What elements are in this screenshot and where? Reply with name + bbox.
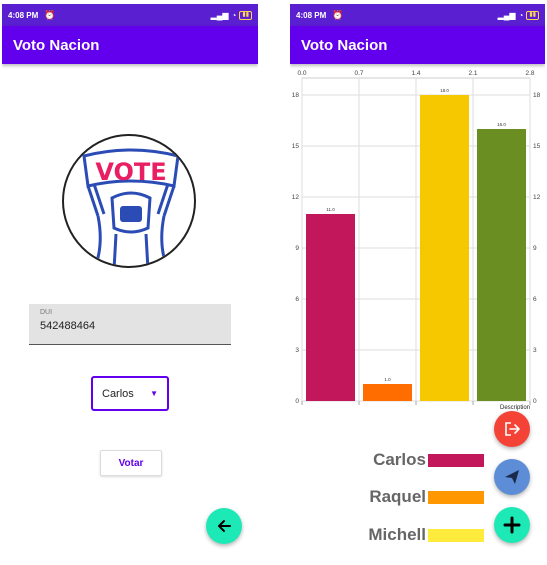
dui-field[interactable]: DUI xyxy=(29,304,231,345)
x-top-tick-label: 1.4 xyxy=(411,70,420,77)
status-time: 4:08 PM xyxy=(296,10,327,20)
logout-icon xyxy=(505,422,520,436)
vote-illustration: VOTE xyxy=(62,134,196,268)
plus-icon xyxy=(503,516,521,534)
bar-value-label: 1.0 xyxy=(384,377,391,382)
y-tick-label-right: 6 xyxy=(533,296,537,303)
y-tick-label-left: 6 xyxy=(295,296,299,303)
signal-icon: ▂▄▆ xyxy=(497,10,516,20)
chart-bar xyxy=(363,384,412,401)
vote-drawing: VOTE xyxy=(82,148,180,266)
y-tick-label-left: 15 xyxy=(292,143,300,150)
app-bar: Voto Nacion xyxy=(290,26,545,64)
battery-icon: ▮▮ xyxy=(239,10,252,20)
legend-item-name: Michell xyxy=(368,525,426,544)
x-top-tick-label: 0.0 xyxy=(297,70,306,77)
legend-item-name: Raquel xyxy=(369,487,426,506)
status-icons: ▂▄▆ ◔ ▮▮ xyxy=(210,10,252,20)
wifi-icon: ◔ xyxy=(231,10,237,20)
dui-label: DUI xyxy=(40,309,53,316)
battery-icon: ▮▮ xyxy=(526,10,539,20)
legend-swatch xyxy=(428,454,484,467)
status-time: 4:08 PM xyxy=(8,10,39,20)
vote-button[interactable]: Votar xyxy=(100,450,162,476)
app-title: Voto Nacion xyxy=(301,36,388,54)
alarm-icon: ⏰ xyxy=(44,9,56,20)
x-top-tick-label: 2.8 xyxy=(525,70,534,77)
bar-value-label: 11.0 xyxy=(326,207,335,212)
legend-swatch xyxy=(428,529,484,542)
y-tick-label-right: 15 xyxy=(533,143,541,150)
chart-bar xyxy=(477,129,526,401)
chart-bar xyxy=(306,214,355,401)
chart-bar xyxy=(420,95,469,401)
y-tick-label-left: 18 xyxy=(292,92,300,99)
status-bar: 4:08 PM ⏰ ▂▄▆ ◔ ▮▮ xyxy=(2,4,258,26)
legend-item-name: Carlos xyxy=(373,450,426,469)
app-bar: Voto Nacion xyxy=(2,26,258,64)
wifi-icon: ◔ xyxy=(518,10,524,20)
send-icon xyxy=(505,470,519,484)
y-tick-label-left: 0 xyxy=(295,398,299,405)
y-tick-label-left: 12 xyxy=(292,194,300,201)
y-tick-label-right: 0 xyxy=(533,398,537,405)
candidate-select-value: Carlos xyxy=(102,387,134,400)
dropdown-arrow-icon: ▼ xyxy=(150,389,158,398)
legend-swatch xyxy=(428,491,484,504)
dui-input[interactable] xyxy=(40,320,220,332)
arrow-left-icon xyxy=(218,520,231,532)
bar-value-label: 16.0 xyxy=(497,122,506,127)
send-fab[interactable] xyxy=(494,459,530,495)
y-tick-label-right: 3 xyxy=(533,347,537,354)
y-tick-label-left: 3 xyxy=(295,347,299,354)
logout-fab[interactable] xyxy=(494,411,530,447)
alarm-icon: ⏰ xyxy=(332,9,344,20)
y-tick-label-right: 12 xyxy=(533,194,541,201)
candidate-select[interactable]: Carlos ▼ xyxy=(91,376,169,411)
status-bar: 4:08 PM ⏰ ▂▄▆ ◔ ▮▮ xyxy=(290,4,545,26)
x-top-tick-label: 0.7 xyxy=(354,70,363,77)
app-title: Voto Nacion xyxy=(13,36,100,54)
bar-value-label: 18.0 xyxy=(440,88,449,93)
vote-sign-text: VOTE xyxy=(95,158,166,186)
y-tick-label-left: 9 xyxy=(295,245,299,252)
right-screen: 4:08 PM ⏰ ▂▄▆ ◔ ▮▮ Voto Nacion 0.0 0.7 1.4… xyxy=(290,4,545,565)
x-top-tick-label: 2.1 xyxy=(468,70,477,77)
add-fab[interactable] xyxy=(494,507,530,543)
votes-bar-chart: 0.0 0.7 1.4 2.1 2.8 0 0 3 3 6 6 9 9 12 12 15 15 18 18 11.0 1… xyxy=(292,70,541,411)
signal-icon: ▂▄▆ xyxy=(210,10,229,20)
left-screen: 4:08 PM ⏰ ▂▄▆ ◔ ▮▮ Voto Nacion VOTE DUI xyxy=(2,4,258,565)
y-tick-label-right: 9 xyxy=(533,245,537,252)
back-fab[interactable] xyxy=(206,508,242,544)
chart-description: Description xyxy=(500,405,530,411)
y-tick-label-right: 18 xyxy=(533,92,541,99)
status-icons: ▂▄▆ ◔ ▮▮ xyxy=(497,10,539,20)
